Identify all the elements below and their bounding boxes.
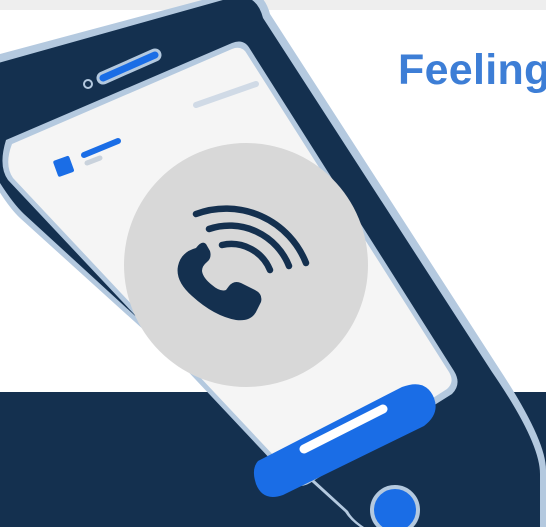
promo-banner: Feeling (0, 0, 546, 527)
home-button[interactable] (370, 485, 420, 527)
phone-call-illustration (0, 0, 546, 527)
call-circle (124, 143, 368, 387)
